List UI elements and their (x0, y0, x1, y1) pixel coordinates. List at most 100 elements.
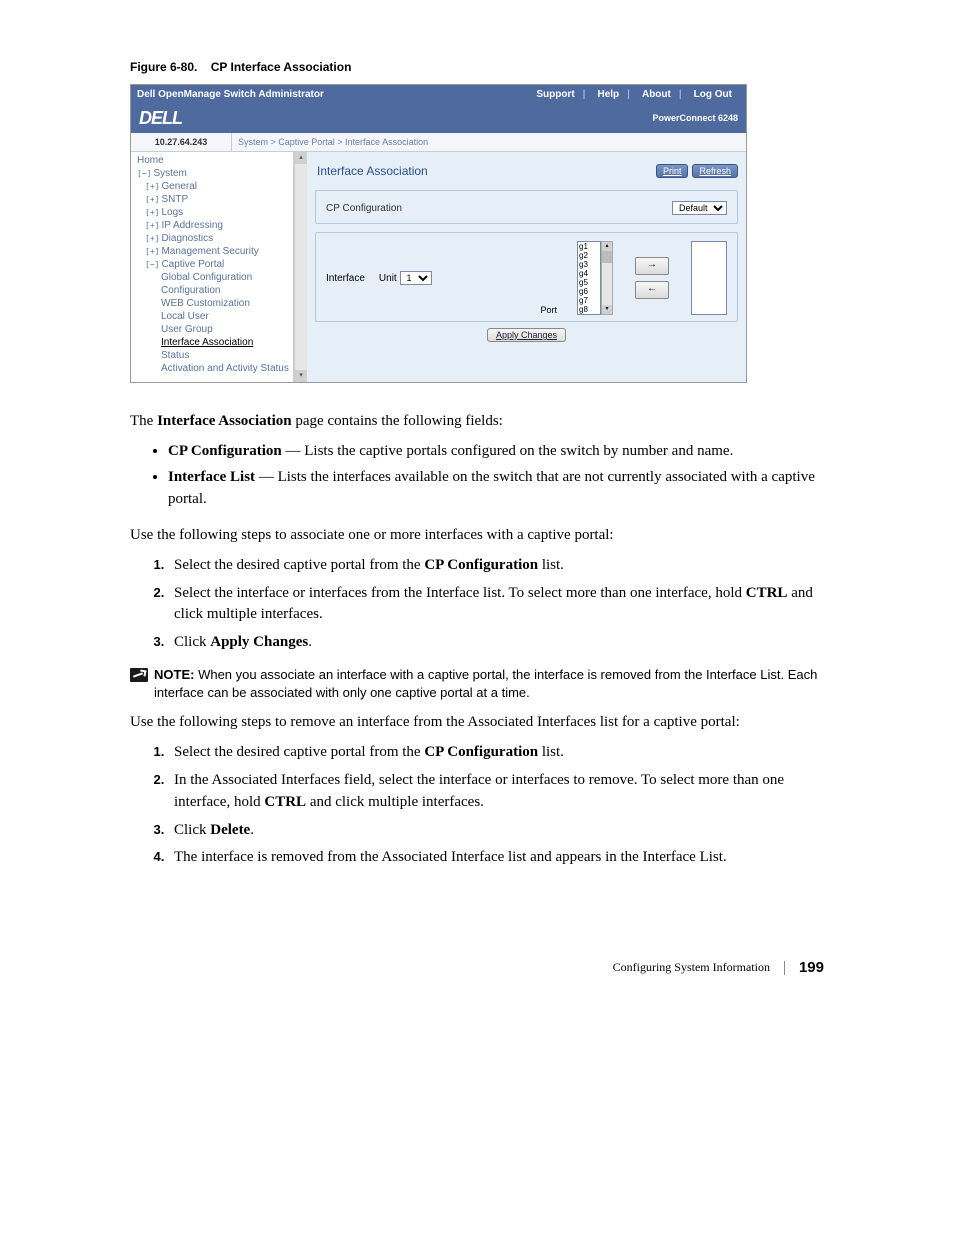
remove-lead: Use the following steps to remove an int… (130, 712, 824, 732)
tree-item-label: General (161, 181, 197, 192)
tree-item-label: WEB Customization (161, 298, 250, 309)
lb-scroll-up-icon[interactable]: ▴ (602, 242, 612, 251)
scroll-down-icon[interactable]: ▾ (295, 370, 307, 382)
tree-item[interactable]: Home (133, 154, 293, 167)
tree-toggle-icon[interactable]: [+] (145, 247, 159, 256)
tree-toggle-icon[interactable]: [−] (145, 260, 159, 269)
tree-scrollbar[interactable]: ▴ ▾ (294, 152, 307, 382)
nav-logout[interactable]: Log Out (686, 89, 740, 100)
scroll-up-icon[interactable]: ▴ (295, 152, 307, 164)
figure-caption-title: CP Interface Association (211, 60, 352, 74)
page-title: Interface Association (315, 160, 652, 182)
note-lead: NOTE: (154, 667, 198, 682)
tree-item-label: Home (137, 155, 164, 166)
note-text: When you associate an interface with a c… (154, 667, 817, 700)
tree-item-label: User Group (161, 324, 213, 335)
tree-item[interactable]: [+]IP Addressing (133, 219, 293, 232)
tree-item[interactable]: [−]System (133, 167, 293, 180)
interface-panel: Interface Unit 1 g1g2g3g4g5g6g7g8 (315, 232, 738, 322)
port-option[interactable]: g7 (579, 296, 599, 305)
nav-support[interactable]: Support (528, 89, 582, 100)
tree-item-label: System (153, 168, 186, 179)
tree-toggle-icon[interactable]: [−] (137, 169, 151, 178)
tree-item[interactable]: [+]SNTP (133, 193, 293, 206)
list-item: Select the desired captive portal from t… (168, 555, 824, 577)
cp-config-panel: CP Configuration Default (315, 190, 738, 224)
tree-item[interactable]: WEB Customization (133, 297, 293, 310)
tree-item[interactable]: [+]General (133, 180, 293, 193)
port-option[interactable]: g2 (579, 251, 599, 260)
assoc-lead: Use the following steps to associate one… (130, 525, 824, 545)
window-titlebar: Dell OpenManage Switch Administrator Sup… (131, 85, 746, 103)
port-label: Port (540, 305, 557, 315)
tree-item[interactable]: Status (133, 349, 293, 362)
tree-toggle-icon[interactable]: [+] (145, 195, 159, 204)
port-listbox[interactable]: g1g2g3g4g5g6g7g8 (577, 241, 601, 315)
note-icon (130, 668, 148, 682)
tree-item-label: Diagnostics (161, 233, 213, 244)
tree-toggle-icon[interactable]: [+] (145, 208, 159, 217)
port-option[interactable]: g8 (579, 305, 599, 314)
unit-label: Unit (379, 273, 397, 284)
port-option[interactable]: g5 (579, 278, 599, 287)
footer-page: 199 (799, 959, 824, 976)
tree-item[interactable]: Configuration (133, 284, 293, 297)
list-item: Select the desired captive portal from t… (168, 742, 824, 764)
port-option[interactable]: g3 (579, 260, 599, 269)
cp-config-label: CP Configuration (326, 203, 436, 214)
listbox-scrollbar[interactable]: ▴ ▾ (601, 241, 613, 315)
breadcrumb-row: 10.27.64.243 System > Captive Portal > I… (131, 133, 746, 152)
associated-listbox[interactable] (691, 241, 727, 315)
assoc-steps: Select the desired captive portal from t… (130, 555, 824, 654)
tree-item[interactable]: Local User (133, 310, 293, 323)
tree-item[interactable]: Interface Association (133, 336, 293, 349)
port-option[interactable]: g6 (579, 287, 599, 296)
list-item: Select the interface or interfaces from … (168, 583, 824, 627)
tree-item[interactable]: Global Configuration (133, 271, 293, 284)
screenshot: Dell OpenManage Switch Administrator Sup… (130, 84, 747, 383)
cp-config-select[interactable]: Default (672, 201, 727, 215)
tree-item-label: Global Configuration (161, 272, 252, 283)
note: NOTE: When you associate an interface wi… (130, 666, 824, 702)
unit-select[interactable]: 1 (400, 271, 432, 285)
tree-item[interactable]: [+]Diagnostics (133, 232, 293, 245)
remove-interface-button[interactable]: ← (635, 281, 669, 299)
list-item: Click Apply Changes. (168, 632, 824, 654)
dell-logo: DELL (139, 108, 182, 129)
tree-item-label: Captive Portal (161, 259, 224, 270)
tree-item[interactable]: User Group (133, 323, 293, 336)
device-ip: 10.27.64.243 (131, 133, 232, 151)
logo-row: DELL PowerConnect 6248 (131, 103, 746, 133)
field-bullets: CP Configuration — Lists the captive por… (130, 441, 824, 510)
page-footer: Configuring System Information 199 (130, 959, 824, 976)
tree-item[interactable]: [+]Management Security (133, 245, 293, 258)
list-item: CP Configuration — Lists the captive por… (168, 441, 824, 463)
figure-caption-prefix: Figure 6-80. (130, 60, 197, 74)
tree-item-label: Status (161, 350, 189, 361)
tree-item-label: IP Addressing (161, 220, 223, 231)
refresh-button[interactable]: Refresh (692, 164, 738, 178)
nav-help[interactable]: Help (589, 89, 627, 100)
tree-toggle-icon[interactable]: [+] (145, 182, 159, 191)
port-option[interactable]: g4 (579, 269, 599, 278)
tree-item[interactable]: [−]Captive Portal (133, 258, 293, 271)
tree-toggle-icon[interactable]: [+] (145, 234, 159, 243)
nav-tree[interactable]: Home[−]System[+]General[+]SNTP[+]Logs[+]… (131, 152, 294, 382)
tree-toggle-icon[interactable]: [+] (145, 221, 159, 230)
figure-caption: Figure 6-80. CP Interface Association (130, 60, 824, 74)
tree-item[interactable]: Activation and Activity Status (133, 362, 293, 375)
product-name: PowerConnect 6248 (652, 113, 738, 123)
remove-steps: Select the desired captive portal from t… (130, 742, 824, 869)
port-option[interactable]: g1 (579, 242, 599, 251)
tree-item-label: Configuration (161, 285, 220, 296)
window-title: Dell OpenManage Switch Administrator (137, 89, 524, 100)
nav-about[interactable]: About (634, 89, 679, 100)
apply-changes-button[interactable]: Apply Changes (487, 328, 566, 342)
tree-item-label: Local User (161, 311, 209, 322)
list-item: Click Delete. (168, 820, 824, 842)
tree-item-label: Logs (161, 207, 183, 218)
print-button[interactable]: Print (656, 164, 689, 178)
add-interface-button[interactable]: → (635, 257, 669, 275)
tree-item[interactable]: [+]Logs (133, 206, 293, 219)
lb-scroll-down-icon[interactable]: ▾ (602, 305, 612, 314)
